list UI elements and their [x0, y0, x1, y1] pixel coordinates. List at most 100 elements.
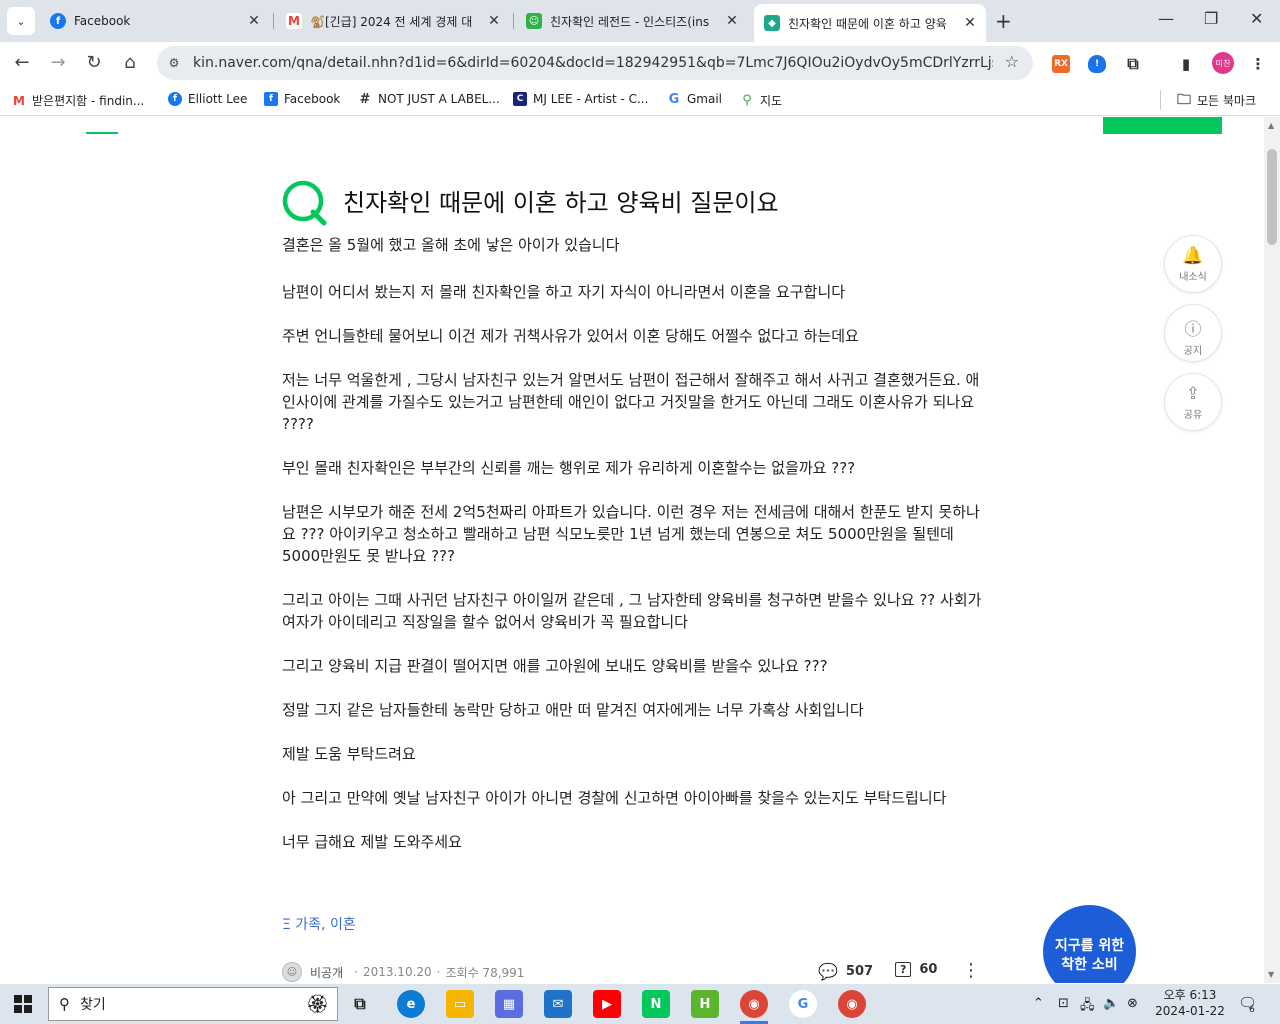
eco-campaign-badge[interactable]: 지구를 위한 착한 소비 — [1043, 905, 1136, 983]
windows-start-icon[interactable] — [14, 995, 32, 1013]
notice-button[interactable]: ⓘ 공지 — [1164, 304, 1222, 362]
scrollbar-thumb[interactable] — [1267, 149, 1277, 245]
clock-time: 오후 6:13 — [1163, 988, 1217, 1002]
question-meta: ☺ 비공개 · 2013.10.20 · 조회수 78,991 — [282, 962, 524, 982]
tab-facebook[interactable]: f Facebook ✕ — [40, 6, 270, 36]
bookmark-item[interactable]: f Elliott Lee — [168, 92, 247, 106]
close-icon[interactable]: ✕ — [960, 15, 980, 31]
question-paragraph: 아 그리고 만약에 옛날 남자친구 아이가 아니면 경찰에 신고하면 아이아빠를… — [282, 789, 947, 807]
tab-title: 친자확인 때문에 이혼 하고 양육 — [788, 16, 947, 31]
bookmark-item[interactable]: C MJ LEE - Artist - C... — [513, 92, 648, 106]
bookmark-item[interactable]: G Gmail — [667, 91, 722, 107]
bookmark-item[interactable]: M 받은편지함 - findin... — [12, 92, 144, 109]
notifications-button[interactable]: 🔔 내소식 — [1164, 235, 1222, 293]
header-green-button[interactable] — [1103, 117, 1222, 134]
bookmark-label: MJ LEE - Artist - C... — [533, 92, 649, 106]
tab-search-button[interactable]: ⌄ — [7, 7, 35, 35]
address-bar[interactable]: ⚙ kin.naver.com/qna/detail.nhn?d1id=6&di… — [157, 46, 1033, 80]
answer-count-button[interactable]: ? 60 — [895, 962, 937, 977]
forward-arrow-icon[interactable]: → — [47, 52, 69, 74]
minimize-icon[interactable]: — — [1158, 9, 1174, 28]
question-paragraph: 정말 그지 같은 남자들한테 농락만 당하고 애만 떠 맡겨진 여자에게는 너무… — [282, 701, 864, 719]
mail-icon[interactable]: ✉ — [544, 990, 572, 1018]
kebab-menu-icon[interactable]: ⋮ — [1249, 55, 1267, 73]
category-tags[interactable]: Ξ 가족, 이혼 — [282, 914, 356, 934]
restore-icon[interactable]: ❐ — [1204, 9, 1218, 28]
bookmark-item[interactable]: f Facebook — [264, 92, 340, 106]
tray-chevron-up-icon[interactable]: ⌃ — [1033, 996, 1044, 1011]
tab-instiz[interactable]: ☺ 친자확인 레전드 - 인스티즈(ins ✕ — [516, 6, 748, 36]
clock-date: 2024-01-22 — [1155, 1004, 1225, 1018]
chrome-icon[interactable]: ◉ — [838, 990, 866, 1018]
extension-shield-icon[interactable]: ! — [1088, 55, 1106, 73]
network-icon[interactable]: 🖧 — [1080, 996, 1095, 1018]
all-bookmarks[interactable]: 🗀 모든 북마크 — [1177, 92, 1256, 109]
close-icon[interactable]: ✕ — [722, 13, 742, 29]
volume-icon[interactable]: 🔈 — [1103, 996, 1119, 1011]
store-icon[interactable]: ▦ — [495, 990, 523, 1018]
facebook-icon: f — [168, 92, 182, 106]
answer-question-icon: ? — [895, 962, 912, 977]
taskbar-clock[interactable]: 오후 6:13 2024-01-22 — [1150, 987, 1230, 1019]
naver-kin-icon: ◆ — [764, 15, 780, 31]
tray-device-icon[interactable]: ⊡ — [1058, 996, 1069, 1011]
folder-icon: 🗀 — [1177, 91, 1191, 108]
side-panel-icon[interactable]: ▮ — [1177, 55, 1195, 73]
bookmark-item[interactable]: # NOT JUST A LABEL... — [358, 91, 500, 107]
chevron-down-icon: ⌄ — [16, 14, 26, 28]
bookmark-item[interactable]: ⚲ 지도 — [740, 92, 782, 109]
bookmark-star-icon[interactable]: ☆ — [1005, 52, 1019, 71]
hwp-icon[interactable]: H — [691, 990, 719, 1018]
question-paragraph: 제발 도움 부탁드려요 — [282, 745, 416, 763]
meta-separator: · — [436, 965, 441, 979]
close-icon[interactable]: ✕ — [244, 13, 264, 29]
comment-count-button[interactable]: 💬 507 — [818, 962, 873, 981]
youtube-icon[interactable]: ▶ — [593, 990, 621, 1018]
naver-icon[interactable]: N — [642, 990, 670, 1018]
close-icon[interactable]: ✕ — [484, 13, 504, 29]
reload-icon[interactable]: ↻ — [83, 52, 105, 74]
new-tab-button[interactable]: + — [995, 9, 1012, 33]
chrome-profile-icon[interactable]: ◉ — [740, 990, 768, 1024]
task-view-icon[interactable]: ⧉ — [346, 990, 374, 1018]
nav-underline — [86, 132, 118, 134]
page-scrollbar[interactable]: ▲ ▼ — [1264, 117, 1280, 983]
site-info-icon[interactable]: ⚙ — [165, 54, 183, 72]
question-paragraph: 그리고 아이는 그때 사귀던 남자친구 아이일꺼 같은데 , 그 남자한테 양육… — [282, 591, 982, 631]
edge-icon[interactable]: e — [397, 990, 425, 1018]
google-icon[interactable]: G — [789, 990, 817, 1018]
scroll-down-icon[interactable]: ▼ — [1268, 970, 1274, 979]
question-paragraph: 너무 급해요 제발 도와주세요 — [282, 833, 462, 851]
post-date: 2013.10.20 — [362, 965, 432, 979]
window-close-icon[interactable]: ✕ — [1250, 9, 1263, 28]
extensions-puzzle-icon[interactable]: ⧉ — [1124, 54, 1142, 73]
profile-avatar[interactable]: 미친 — [1212, 52, 1234, 74]
bookmark-label: Facebook — [284, 92, 341, 106]
answer-count: 60 — [919, 962, 938, 977]
back-arrow-icon[interactable]: ← — [11, 52, 33, 74]
file-explorer-icon[interactable]: ▭ — [446, 990, 474, 1018]
google-icon: G — [668, 91, 680, 107]
scroll-up-icon[interactable]: ▲ — [1268, 121, 1274, 130]
extension-rx-icon[interactable]: RX — [1052, 55, 1070, 73]
hashtag-icon: # — [359, 91, 371, 107]
share-icon: ⇪ — [1185, 384, 1201, 404]
url-text[interactable]: kin.naver.com/qna/detail.nhn?d1id=6&dirI… — [193, 55, 993, 71]
taskbar-search[interactable]: ⚲ 찾기 🏵 — [48, 987, 338, 1021]
question-paragraph: 남편이 어디서 봤는지 저 몰래 친자확인을 하고 자기 자식이 아니라면서 이… — [282, 283, 846, 301]
mute-x-icon[interactable]: ⊗ — [1127, 996, 1138, 1011]
question-paragraph: 저는 너무 억울한게 , 그당시 남자친구 있는거 알면서도 남편이 접근해서 … — [282, 371, 980, 433]
share-button[interactable]: ⇪ 공유 — [1164, 373, 1222, 431]
info-icon: ⓘ — [1184, 320, 1202, 340]
question-paragraph: 주변 언니들한테 물어보니 이건 제가 귀책사유가 있어서 이혼 당해도 어쩔수… — [282, 327, 859, 345]
tab-gmail[interactable]: M 🐒[긴급] 2024 전 세계 경제 대 ✕ — [276, 6, 510, 36]
bookmark-label: 받은편지함 - findin... — [32, 94, 145, 108]
gmail-icon: M — [286, 13, 302, 29]
question-paragraph: 부인 몰래 친자확인은 부부간의 신뢰를 깨는 행위로 제가 유리하게 이혼할수… — [282, 459, 856, 477]
bookmarks-bar: M 받은편지함 - findin... f Elliott Lee f Face… — [0, 84, 1280, 116]
question-body: 결혼은 올 5월에 했고 올해 초에 낳은 아이가 있습니다 남편이 어디서 봤… — [282, 234, 982, 875]
tab-naver-kin[interactable]: ◆ 친자확인 때문에 이혼 하고 양육 ✕ — [754, 4, 986, 42]
home-icon[interactable]: ⌂ — [119, 52, 141, 74]
question-title: 친자확인 때문에 이혼 하고 양육비 질문이요 — [343, 189, 779, 217]
more-options-icon[interactable]: ⋮ — [962, 960, 980, 981]
